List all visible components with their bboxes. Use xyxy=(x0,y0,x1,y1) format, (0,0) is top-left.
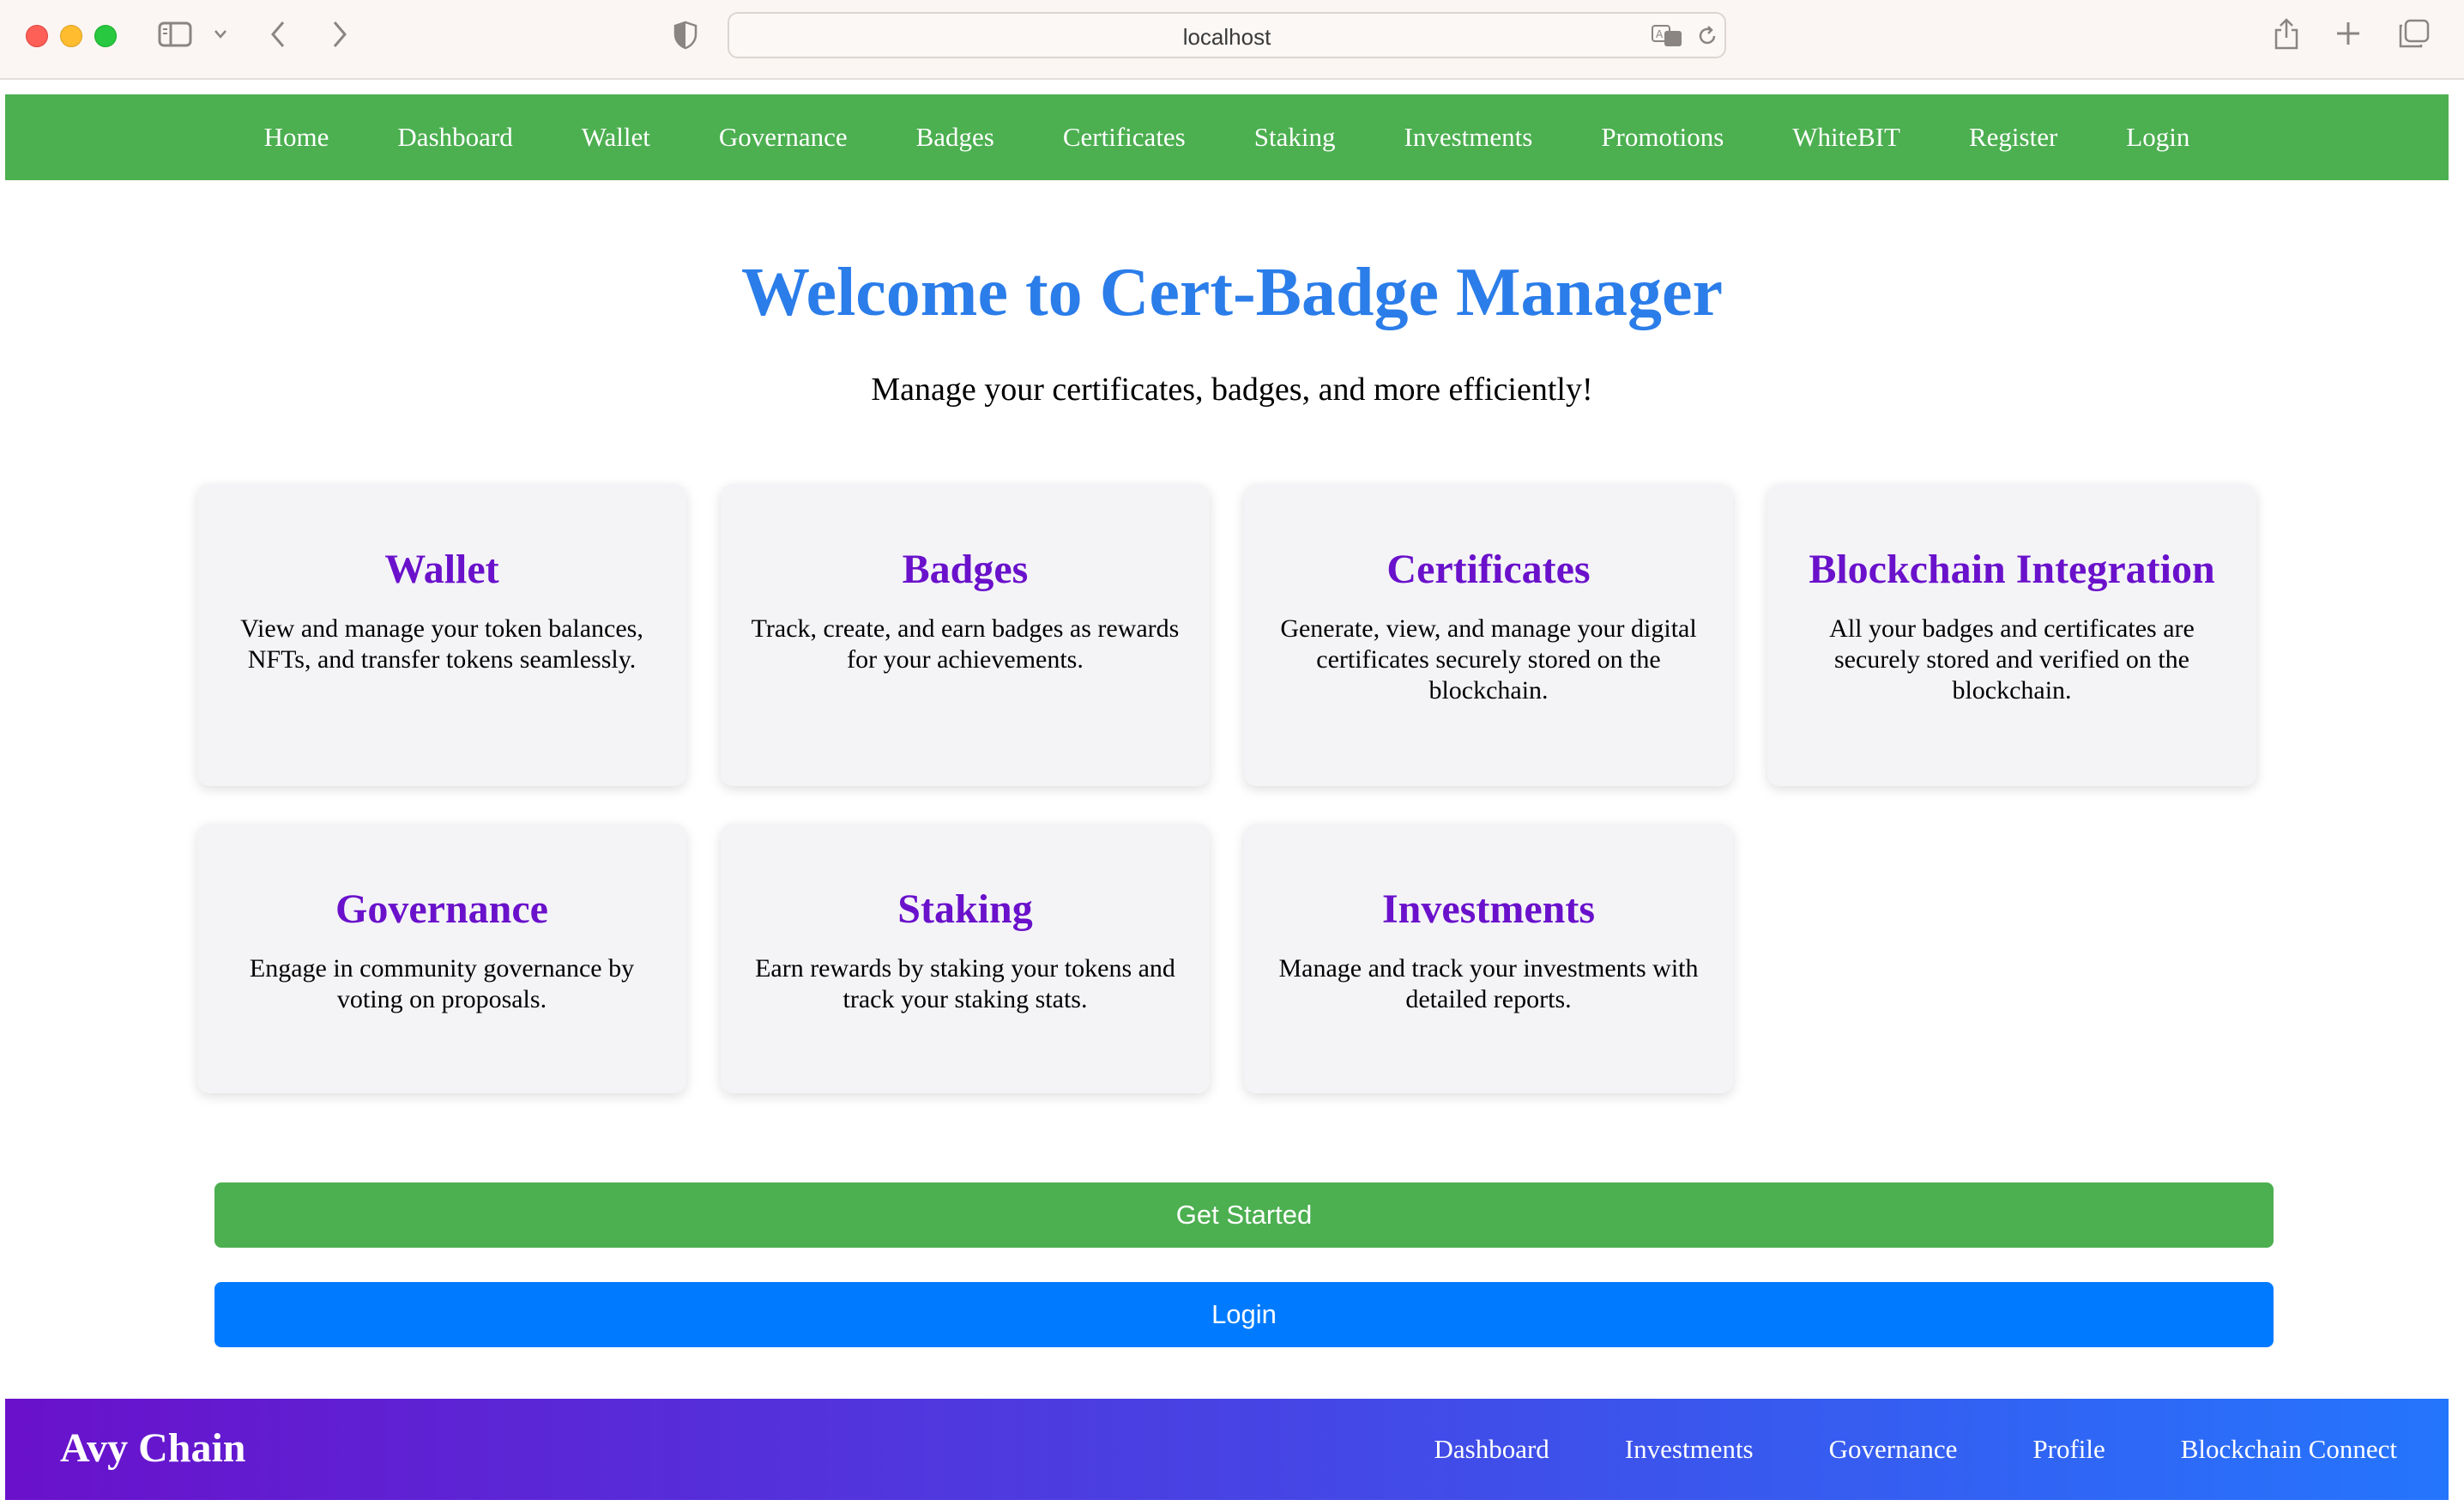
card-description: Earn rewards by staking your tokens and … xyxy=(755,953,1175,1013)
nav-dashboard[interactable]: Dashboard xyxy=(397,122,512,153)
feature-card-investments: Investments Manage and track your invest… xyxy=(1244,824,1733,1093)
nav-staking[interactable]: Staking xyxy=(1254,122,1336,153)
browser-toolbar: localhost A xyxy=(0,0,2464,80)
card-description: Track, create, and earn badges as reward… xyxy=(751,614,1180,674)
share-icon[interactable] xyxy=(2272,15,2301,55)
card-description: All your badges and certificates are sec… xyxy=(1829,614,2195,705)
minimize-window-button[interactable] xyxy=(60,25,82,47)
tabs-overview-icon[interactable] xyxy=(2397,19,2430,53)
feature-card-staking: Staking Earn rewards by staking your tok… xyxy=(721,824,1210,1093)
footer-link-governance[interactable]: Governance xyxy=(1829,1434,1958,1465)
nav-wallet[interactable]: Wallet xyxy=(582,122,650,153)
address-bar[interactable]: localhost A xyxy=(728,12,1726,58)
card-title: Investments xyxy=(1382,886,1595,932)
feature-card-blockchain-integration: Blockchain Integration All your badges a… xyxy=(1767,484,2256,786)
feature-card-governance: Governance Engage in community governanc… xyxy=(197,824,686,1093)
chevron-down-icon[interactable] xyxy=(213,27,228,44)
card-title: Governance xyxy=(335,886,548,932)
card-title: Staking xyxy=(897,886,1033,932)
nav-badges[interactable]: Badges xyxy=(916,122,994,153)
forward-icon[interactable] xyxy=(329,19,350,53)
nav-governance[interactable]: Governance xyxy=(719,122,848,153)
nav-login[interactable]: Login xyxy=(2126,122,2189,153)
login-button[interactable]: Login xyxy=(214,1282,2274,1347)
feature-card-wallet: Wallet View and manage your token balanc… xyxy=(197,484,686,786)
card-title: Badges xyxy=(902,547,1029,592)
reload-icon[interactable] xyxy=(1695,24,1719,51)
card-description: View and manage your token balances, NFT… xyxy=(240,614,643,674)
nav-investments[interactable]: Investments xyxy=(1404,122,1533,153)
feature-card-badges: Badges Track, create, and earn badges as… xyxy=(721,484,1210,786)
sidebar-icon[interactable] xyxy=(158,21,192,51)
card-description: Manage and track your investments with d… xyxy=(1278,953,1699,1013)
page-title: Welcome to Cert-Badge Manager xyxy=(740,255,1724,330)
card-title: Wallet xyxy=(384,547,499,592)
page-subtitle: Manage your certificates, badges, and mo… xyxy=(871,372,1593,408)
nav-register[interactable]: Register xyxy=(1969,122,2057,153)
get-started-button[interactable]: Get Started xyxy=(214,1182,2274,1248)
feature-card-certificates: Certificates Generate, view, and manage … xyxy=(1244,484,1733,786)
close-window-button[interactable] xyxy=(26,25,48,47)
url-text: localhost xyxy=(1182,24,1271,50)
nav-certificates[interactable]: Certificates xyxy=(1063,122,1186,153)
maximize-window-button[interactable] xyxy=(94,25,117,47)
footer-link-blockchain-connect[interactable]: Blockchain Connect xyxy=(2181,1434,2397,1465)
nav-home[interactable]: Home xyxy=(264,122,329,153)
card-title: Blockchain Integration xyxy=(1809,547,2215,592)
back-icon[interactable] xyxy=(268,19,288,53)
footer-link-dashboard[interactable]: Dashboard xyxy=(1434,1434,1549,1465)
footer-brand[interactable]: Avy Chain xyxy=(60,1424,246,1472)
nav-promotions[interactable]: Promotions xyxy=(1601,122,1724,153)
card-title: Certificates xyxy=(1386,547,1591,592)
card-description: Generate, view, and manage your digital … xyxy=(1280,614,1697,705)
shield-icon[interactable] xyxy=(673,21,698,53)
nav-whitebit[interactable]: WhiteBIT xyxy=(1792,122,1900,153)
new-tab-icon[interactable] xyxy=(2334,19,2363,51)
main-navbar: Home Dashboard Wallet Governance Badges … xyxy=(5,94,2449,180)
translate-icon[interactable]: A xyxy=(1651,24,1685,51)
footer-link-profile[interactable]: Profile xyxy=(2032,1434,2105,1465)
footer-link-investments[interactable]: Investments xyxy=(1625,1434,1754,1465)
svg-text:A: A xyxy=(1656,28,1664,40)
card-description: Engage in community governance by voting… xyxy=(249,953,635,1013)
footer-bar: Avy Chain Dashboard Investments Governan… xyxy=(5,1399,2449,1500)
footer-nav: Dashboard Investments Governance Profile… xyxy=(1359,1399,2397,1500)
